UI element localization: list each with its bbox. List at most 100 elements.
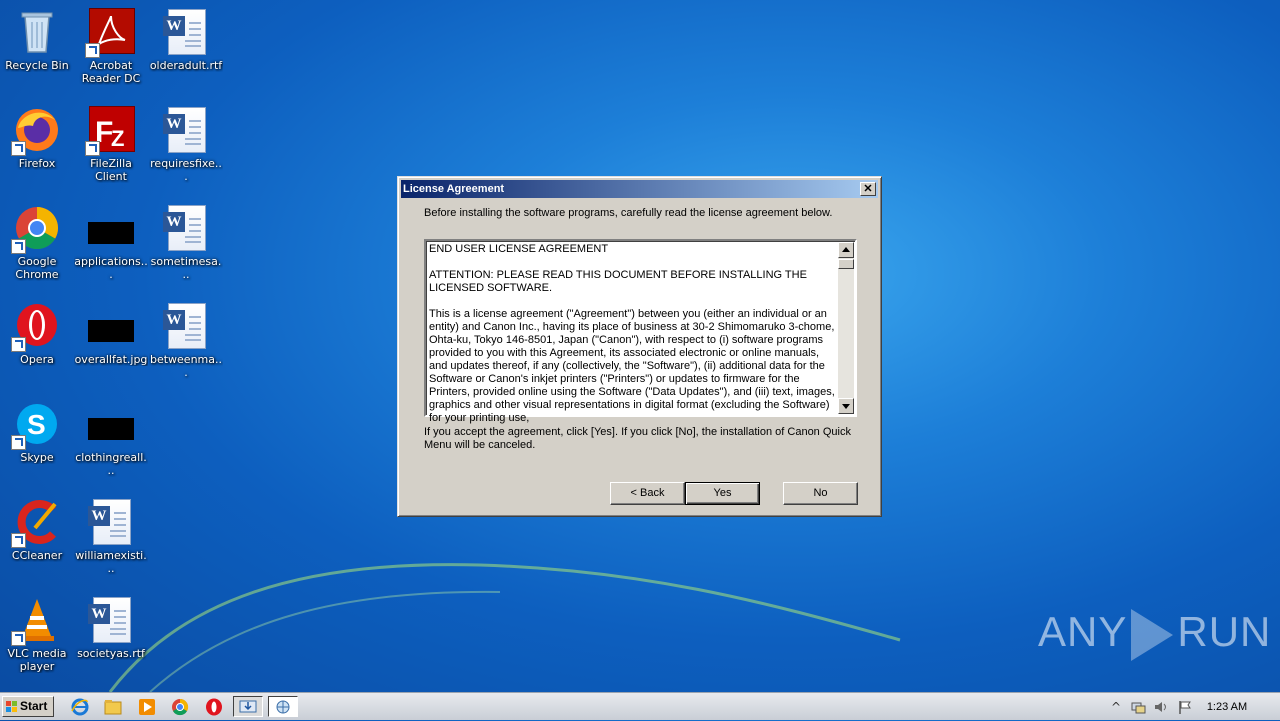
desktop-icon-requiresfixe[interactable]: W requiresfixe... [149, 106, 223, 183]
desktop-icon-opera[interactable]: Opera [0, 302, 74, 366]
desktop-icon-label: Google Chrome [15, 255, 59, 281]
desktop-icon-label: CCleaner [11, 549, 63, 562]
filezilla-icon: FZ [85, 106, 135, 156]
taskbar-clock[interactable]: 1:23 AM [1196, 693, 1258, 721]
desktop-icon-label: overallfat.jpg [74, 353, 148, 366]
chrome-icon [11, 204, 61, 254]
license-text: END USER LICENSE AGREEMENT ATTENTION: PL… [429, 243, 839, 438]
taskbar-installer-task[interactable] [233, 696, 263, 717]
chrome-taskbar-icon[interactable] [170, 697, 190, 717]
dialog-title: License Agreement [403, 183, 505, 195]
windows-logo-icon [6, 701, 17, 712]
license-scrollbar[interactable] [838, 242, 854, 414]
shortcut-arrow-icon [11, 141, 26, 156]
desktop-icon-williamexisti[interactable]: W williamexisti... [74, 498, 148, 575]
desktop-icon-skype[interactable]: S Skype [0, 400, 74, 464]
word-document-icon: W [162, 302, 210, 350]
play-triangle-icon [1131, 608, 1174, 661]
opera-taskbar-icon[interactable] [204, 697, 224, 717]
shortcut-arrow-icon [85, 43, 100, 58]
internet-explorer-icon[interactable] [70, 697, 90, 717]
setup-globe-icon [276, 700, 290, 714]
show-hidden-icons-chevron-icon[interactable]: ^ [1108, 699, 1124, 715]
desktop-icon-applications[interactable]: applications... [74, 204, 148, 281]
desktop-icon-olderadult[interactable]: W olderadult.rtf [149, 8, 223, 72]
desktop-icon-label: williamexisti... [75, 549, 147, 575]
anyrun-watermark: ANY RUN [1038, 608, 1271, 661]
license-agreement-dialog: License Agreement ✕ Before installing th… [397, 176, 882, 517]
start-label: Start [20, 699, 48, 713]
word-document-icon: W [87, 596, 135, 644]
license-attention: ATTENTION: PLEASE READ THIS DOCUMENT BEF… [429, 269, 807, 294]
no-button[interactable]: No [783, 482, 858, 505]
scroll-down-button[interactable] [838, 398, 854, 414]
desktop-icon-label: Acrobat Reader DC [81, 59, 141, 85]
license-heading: END USER LICENSE AGREEMENT [429, 243, 609, 255]
desktop-icon-google-chrome[interactable]: Google Chrome [0, 204, 74, 281]
desktop-icon-label: sometimesa... [150, 255, 222, 281]
shortcut-arrow-icon [11, 435, 26, 450]
desktop-icon-label: Opera [20, 353, 54, 366]
desktop-icon-label: requiresfixe... [150, 157, 222, 183]
firefox-icon [11, 106, 61, 156]
action-center-flag-icon[interactable] [1177, 699, 1193, 715]
desktop-icon-label: societyas.rtf [77, 647, 145, 660]
back-button[interactable]: < Back [610, 482, 685, 505]
desktop-icon-recycle-bin[interactable]: Recycle Bin [0, 8, 74, 72]
shortcut-arrow-icon [85, 141, 100, 156]
close-button[interactable]: ✕ [860, 182, 876, 196]
recycle-bin-icon [13, 8, 61, 56]
desktop-icon-acrobat-reader[interactable]: Acrobat Reader DC [74, 8, 148, 85]
desktop-icon-label: Firefox [18, 157, 56, 170]
desktop-icon-label: Skype [20, 451, 54, 464]
image-thumbnail-icon [87, 400, 135, 448]
close-icon: ✕ [863, 183, 873, 195]
vlc-cone-icon [11, 596, 61, 646]
desktop-icon-firefox[interactable]: Firefox [0, 106, 74, 170]
svg-text:S: S [27, 409, 46, 440]
ccleaner-icon [11, 498, 61, 548]
scroll-up-button[interactable] [838, 242, 854, 258]
desktop-icon-label: betweenma... [149, 353, 222, 379]
installer-icon [239, 700, 257, 713]
license-body: This is a license agreement ("Agreement"… [429, 308, 835, 424]
word-document-icon: W [87, 498, 135, 546]
opera-icon [11, 302, 61, 352]
image-thumbnail-icon [87, 302, 135, 350]
shortcut-arrow-icon [11, 533, 26, 548]
word-document-icon: W [162, 8, 210, 56]
word-document-icon: W [162, 106, 210, 154]
desktop-icon-vlc[interactable]: VLC media player [0, 596, 74, 673]
shortcut-arrow-icon [11, 239, 26, 254]
start-button[interactable]: Start [2, 696, 54, 717]
arrow-up-icon [842, 247, 850, 252]
acrobat-reader-icon [85, 8, 135, 58]
file-explorer-icon[interactable] [103, 697, 123, 717]
desktop-icon-ccleaner[interactable]: CCleaner [0, 498, 74, 562]
media-player-icon[interactable] [137, 697, 157, 717]
desktop-icon-societyas[interactable]: W societyas.rtf [74, 596, 148, 660]
desktop-icon-label: clothingreall... [75, 451, 147, 477]
desktop-icon-label: VLC media player [7, 647, 67, 673]
shortcut-arrow-icon [11, 631, 26, 646]
watermark-left: ANY [1038, 608, 1128, 655]
taskbar: Start ^ 1:23 AM [0, 692, 1280, 720]
desktop-icon-betweenma[interactable]: W betweenma... [149, 302, 223, 379]
volume-icon[interactable] [1153, 699, 1169, 715]
desktop-icon-filezilla[interactable]: FZ FileZilla Client [74, 106, 148, 183]
desktop-icon-label: olderadult.rtf [149, 59, 223, 72]
desktop-icon-overallfat[interactable]: overallfat.jpg [74, 302, 148, 366]
shortcut-arrow-icon [11, 337, 26, 352]
desktop-icon-clothingreall[interactable]: clothingreall... [74, 400, 148, 477]
license-text-box[interactable]: END USER LICENSE AGREEMENT ATTENTION: PL… [424, 239, 857, 424]
arrow-down-icon [842, 404, 850, 409]
accept-instructions: If you accept the agreement, click [Yes]… [424, 426, 851, 451]
yes-button[interactable]: Yes [685, 482, 760, 505]
network-icon[interactable] [1130, 699, 1146, 715]
taskbar-setup-task-active[interactable] [268, 696, 298, 717]
dialog-titlebar[interactable]: License Agreement ✕ [401, 180, 878, 198]
desktop-icon-label: applications... [74, 255, 148, 281]
desktop-icon-label: Recycle Bin [5, 59, 69, 72]
desktop-icon-sometimesa[interactable]: W sometimesa... [149, 204, 223, 281]
scroll-thumb[interactable] [838, 259, 854, 269]
